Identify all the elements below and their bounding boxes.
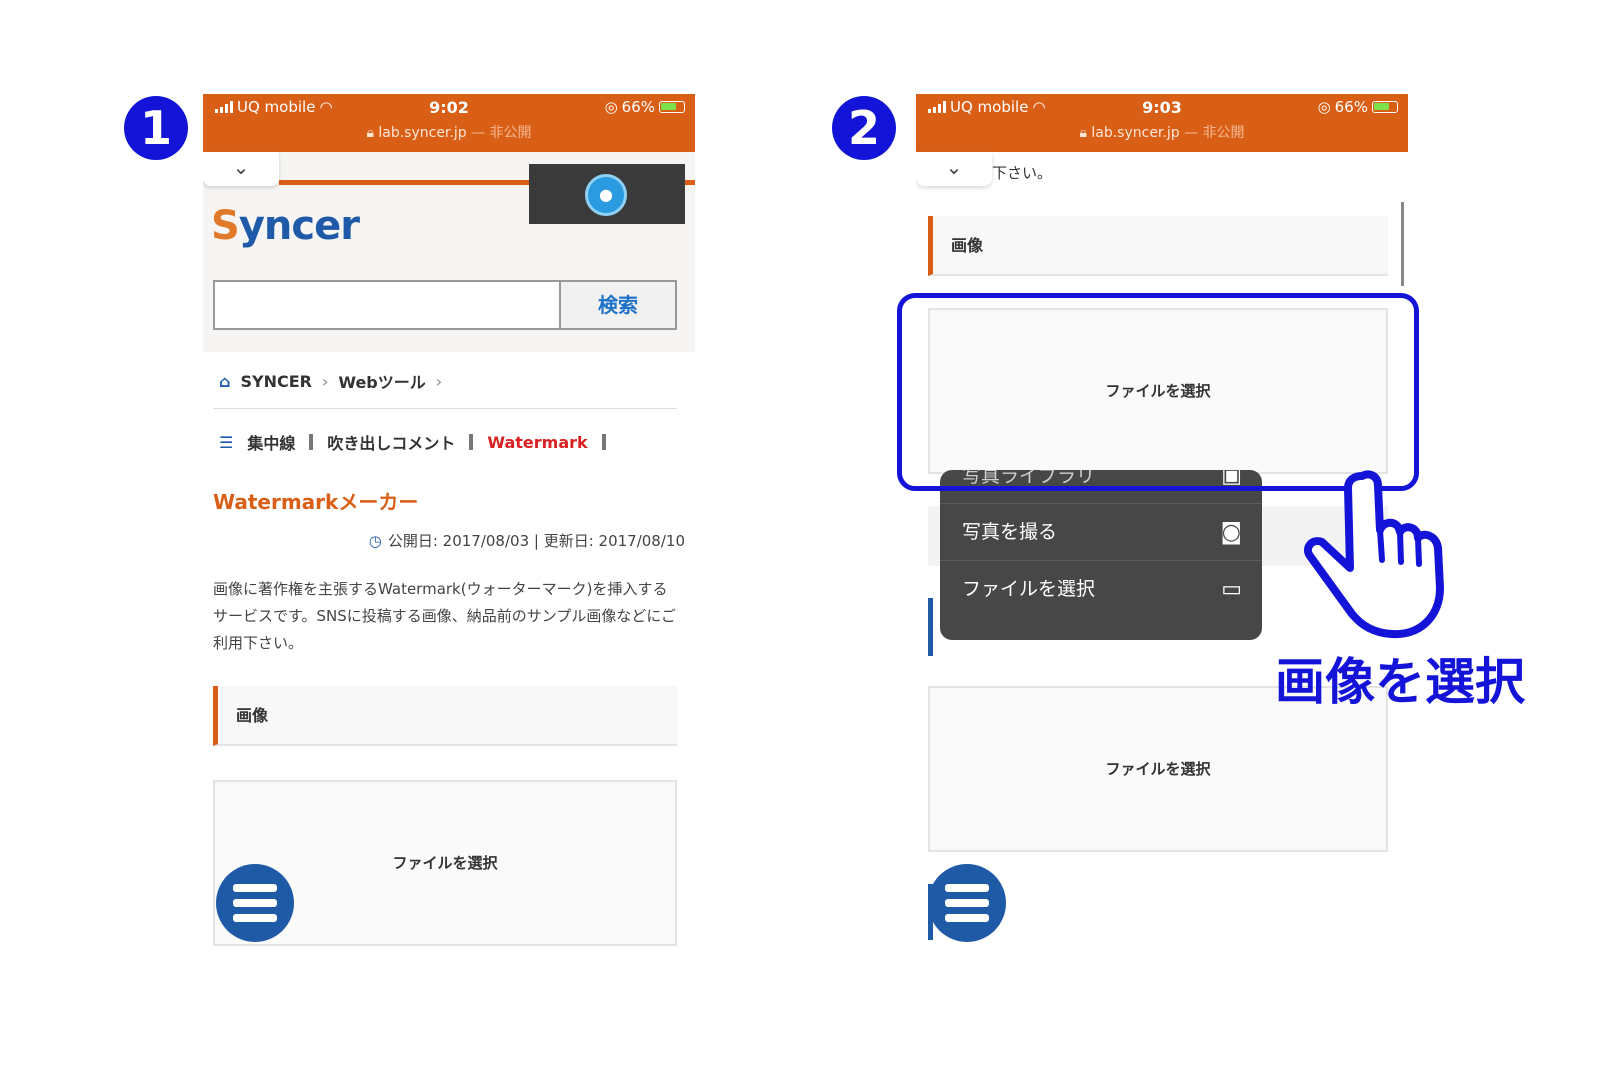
section-heading-image: 画像 <box>213 686 677 746</box>
related-link-speech-bubble[interactable]: 吹き出しコメント <box>327 430 455 454</box>
site-logo[interactable]: Syncer <box>211 202 360 250</box>
related-link-watermark[interactable]: Watermark <box>487 433 587 452</box>
water-drop-icon: ● <box>585 174 627 216</box>
page-title: Watermarkメーカー <box>213 490 419 514</box>
publish-dates: ◷ 公開日: 2017/08/03 | 更新日: 2017/08/10 <box>369 530 685 551</box>
visibility-text: — 非公開 <box>1184 125 1245 141</box>
orientation-lock-icon: ◎ <box>604 98 618 116</box>
tutorial-stage: 1 2 UQ mobile ◠ 9:02 ◎ 66% 🔒︎ lab.syncer… <box>0 0 1600 1067</box>
menu-item-take-photo[interactable]: 写真を撮る ◙ <box>940 504 1262 561</box>
folder-icon: ▭ <box>1221 577 1242 602</box>
url-text: lab.syncer.jp <box>378 125 467 141</box>
file-source-menu: 写真ライブラリ ▣ 写真を撮る ◙ ファイルを選択 ▭ <box>940 470 1262 640</box>
battery-icon <box>659 101 685 113</box>
status-bar: UQ mobile ◠ 9:02 ◎ 66% 🔒︎ lab.syncer.jp … <box>203 94 695 152</box>
chevron-right-icon: › <box>435 371 443 391</box>
intro-text: 画像に著作権を主張するWatermark(ウォーターマーク)を挿入するサービスで… <box>213 580 677 652</box>
phone-screen-1: UQ mobile ◠ 9:02 ◎ 66% 🔒︎ lab.syncer.jp … <box>203 94 695 974</box>
pointing-hand-icon <box>1303 470 1444 639</box>
address-bar[interactable]: 🔒︎ lab.syncer.jp — 非公開 <box>916 122 1408 142</box>
related-tools-nav: ☰ 集中線 吹き出しコメント Watermark <box>219 430 606 454</box>
ad-banner[interactable]: ● <box>529 164 685 224</box>
separator <box>309 434 314 450</box>
intro-text-tail: 下さい。 <box>992 164 1053 182</box>
lock-icon: 🔒︎ <box>1079 125 1087 141</box>
battery-percent: 66% <box>621 98 655 116</box>
chevron-right-icon: › <box>321 371 329 391</box>
callout-label: 画像を選択 <box>1275 653 1525 711</box>
menu-item-choose-file[interactable]: ファイルを選択 ▭ <box>940 561 1262 618</box>
section-accent <box>928 598 933 656</box>
separator <box>601 434 606 450</box>
breadcrumb: ⌂ SYNCER › Webツール › <box>219 369 442 393</box>
home-icon: ⌂ <box>219 371 231 391</box>
address-bar[interactable]: 🔒︎ lab.syncer.jp — 非公開 <box>203 122 695 142</box>
status-bar: UQ mobile ◠ 9:03 ◎ 66% 🔒︎ lab.syncer.jp … <box>916 94 1408 152</box>
breadcrumb-item-syncer[interactable]: SYNCER <box>240 372 312 391</box>
scrollbar[interactable] <box>1401 202 1404 286</box>
search-input[interactable] <box>213 280 561 330</box>
camera-icon: ◙ <box>1220 520 1242 545</box>
visibility-text: — 非公開 <box>471 125 532 141</box>
menu-fab-button[interactable] <box>216 864 294 942</box>
date-text: 公開日: 2017/08/03 | 更新日: 2017/08/10 <box>387 532 685 550</box>
search-button[interactable]: 検索 <box>561 280 677 330</box>
divider <box>213 408 677 409</box>
separator <box>469 434 474 450</box>
list-icon: ☰ <box>219 432 234 452</box>
battery-percent: 66% <box>1334 98 1368 116</box>
clock-icon: ◷ <box>368 531 382 550</box>
url-text: lab.syncer.jp <box>1091 125 1180 141</box>
menu-fab-button[interactable] <box>928 864 1006 942</box>
collapse-toggle[interactable]: ⌄ <box>916 152 992 186</box>
collapse-toggle[interactable]: ⌄ <box>203 152 279 186</box>
chevron-down-icon: ⌄ <box>945 155 963 179</box>
section-heading-image: 画像 <box>928 216 1388 276</box>
orientation-lock-icon: ◎ <box>1317 98 1331 116</box>
step-badge-2: 2 <box>832 96 896 160</box>
battery-icon <box>1372 101 1398 113</box>
breadcrumb-item-webtools[interactable]: Webツール <box>338 369 425 393</box>
chevron-down-icon: ⌄ <box>232 155 250 179</box>
step-badge-1: 1 <box>124 96 188 160</box>
highlight-frame <box>897 293 1419 491</box>
related-link-concentration-lines[interactable]: 集中線 <box>247 430 295 454</box>
lock-icon: 🔒︎ <box>366 125 374 141</box>
